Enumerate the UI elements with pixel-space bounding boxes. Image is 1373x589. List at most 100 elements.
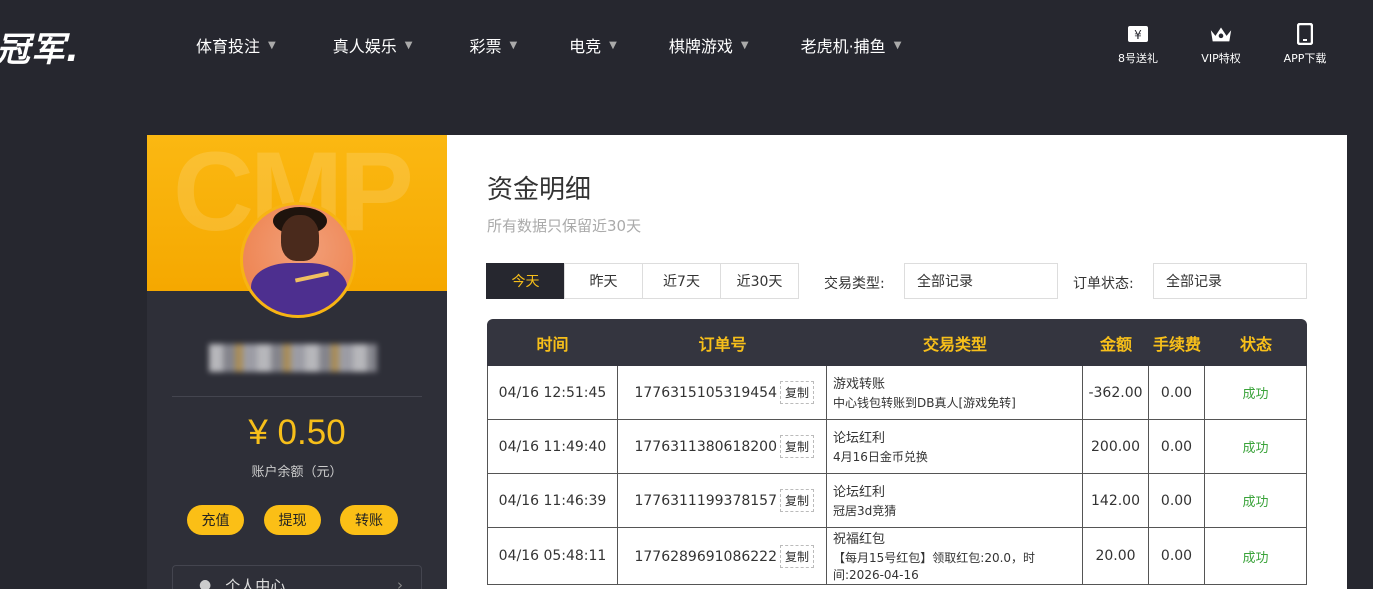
tab-today[interactable]: 今天 xyxy=(486,263,565,299)
date-range-tabs: 今天 昨天 近7天 近30天 xyxy=(486,263,799,299)
menu-label: 个人中心 xyxy=(225,576,286,589)
type-filter-select[interactable]: 全部记录 xyxy=(904,263,1058,299)
table-row: 04/16 11:49:40 1776311380618200 复制 论坛红利 4月… xyxy=(487,420,1307,474)
cell-status: 成功 xyxy=(1205,366,1307,420)
nav-label: 电竞 xyxy=(569,37,602,56)
cell-order: 1776289691086222 复制 xyxy=(618,528,827,585)
nav-lottery[interactable]: 彩票 ▼ xyxy=(469,33,517,57)
withdraw-button[interactable]: 提现 xyxy=(264,505,321,535)
chevron-right-icon: › xyxy=(397,576,403,589)
main-nav: 体育投注 ▼ 真人娱乐 ▼ 彩票 ▼ 电竞 ▼ 棋牌游戏 ▼ 老虎机·捕鱼 ▼ xyxy=(196,33,901,57)
chevron-down-icon: ▼ xyxy=(740,39,749,51)
transfer-button[interactable]: 转账 xyxy=(340,505,398,535)
cell-status: 成功 xyxy=(1205,420,1307,474)
cell-amount: -362.00 xyxy=(1083,366,1149,420)
col-amount: 金额 xyxy=(1083,319,1149,366)
table-row: 04/16 11:46:39 1776311199378157 复制 论坛红利冠居… xyxy=(487,474,1307,528)
cell-amount: 200.00 xyxy=(1083,420,1149,474)
nav-sports[interactable]: 体育投注 ▼ xyxy=(196,33,276,57)
profile-panel: CMP ¥ 0.50 账户余额（元） 充值 提现 转账 ● 个人中心 › xyxy=(147,135,447,589)
menu-personal-center[interactable]: ● 个人中心 › xyxy=(172,565,422,589)
tab-7-days[interactable]: 近7天 xyxy=(642,263,721,299)
order-number: 1776311199378157 xyxy=(634,493,777,509)
type-title: 论坛红利 xyxy=(833,485,886,500)
cell-status: 成功 xyxy=(1205,528,1307,585)
nav-label: 体育投注 xyxy=(196,37,261,56)
chevron-down-icon: ▼ xyxy=(509,39,518,51)
copy-button[interactable]: 复制 xyxy=(779,435,814,458)
status-filter-label: 订单状态: xyxy=(1073,276,1134,292)
nav-label: 真人娱乐 xyxy=(332,37,397,56)
crown-icon xyxy=(1209,22,1233,46)
col-order: 订单号 xyxy=(618,319,827,366)
quick-gift[interactable]: ¥ 8号送礼 xyxy=(1103,22,1173,66)
copy-button[interactable]: 复制 xyxy=(779,544,814,568)
col-status: 状态 xyxy=(1205,319,1307,366)
table-row: 04/16 12:51:45 1776315105319454 复制 游戏转账 中心… xyxy=(487,366,1307,420)
type-filter-label: 交易类型: xyxy=(824,276,885,292)
status-filter-select[interactable]: 全部记录 xyxy=(1153,263,1307,299)
cell-order: 1776311380618200 复制 xyxy=(618,420,827,474)
deposit-button[interactable]: 充值 xyxy=(187,505,244,535)
nav-slots-fishing[interactable]: 老虎机·捕鱼 ▼ xyxy=(801,33,902,57)
quick-label: APP下载 xyxy=(1283,52,1327,65)
quick-label: 8号送礼 xyxy=(1118,52,1158,65)
nav-label: 老虎机·捕鱼 xyxy=(800,37,886,56)
nav-chess-games[interactable]: 棋牌游戏 ▼ xyxy=(669,33,749,57)
col-fee: 手续费 xyxy=(1149,319,1205,366)
cell-fee: 0.00 xyxy=(1149,420,1205,474)
quick-vip[interactable]: VIP特权 xyxy=(1186,22,1256,66)
fund-details-panel: 资金明细 所有数据只保留近30天 今天 昨天 近7天 近30天 交易类型: 全部… xyxy=(447,135,1347,589)
col-type: 交易类型 xyxy=(827,319,1083,366)
tab-30-days[interactable]: 近30天 xyxy=(720,263,799,299)
chevron-down-icon: ▼ xyxy=(893,39,902,51)
order-number: 1776289691086222 xyxy=(634,548,777,565)
transactions-table: 时间 订单号 交易类型 金额 手续费 状态 04/16 12:51:45 177… xyxy=(487,319,1307,585)
order-number: 1776311380618200 xyxy=(634,439,777,455)
gift-ticket-icon: ¥ xyxy=(1126,22,1150,46)
chevron-down-icon: ▼ xyxy=(268,39,276,51)
type-title: 祝福红包 xyxy=(833,532,886,547)
quick-app[interactable]: APP下载 xyxy=(1270,22,1340,66)
nav-live-casino[interactable]: 真人娱乐 ▼ xyxy=(333,33,413,57)
divider xyxy=(172,396,422,397)
type-title: 论坛红利 xyxy=(833,431,886,446)
nav-esports[interactable]: 电竞 ▼ xyxy=(569,33,617,57)
cell-type: 祝福红包【每月15号红包】领取红包:20.0，时间:2026-04-16 xyxy=(827,528,1083,585)
phone-icon xyxy=(1293,22,1317,46)
cell-time: 04/16 11:46:39 xyxy=(487,474,618,528)
tab-yesterday[interactable]: 昨天 xyxy=(564,263,643,299)
cell-fee: 0.00 xyxy=(1149,366,1205,420)
type-desc: 【每月15号红包】领取红包:20.0，时间:2026-04-16 xyxy=(833,551,1036,582)
username-redacted xyxy=(209,344,377,372)
cell-time: 04/16 05:48:11 xyxy=(487,528,618,585)
cell-order: 1776315105319454 复制 xyxy=(618,366,827,420)
cell-fee: 0.00 xyxy=(1149,528,1205,585)
account-balance: ¥ 0.50 xyxy=(248,413,346,452)
copy-button[interactable]: 复制 xyxy=(779,381,814,404)
site-logo[interactable]: 冠军. xyxy=(0,22,80,71)
cell-status: 成功 xyxy=(1205,474,1307,528)
chevron-down-icon: ▼ xyxy=(404,39,413,51)
quick-label: VIP特权 xyxy=(1201,52,1241,65)
cell-time: 04/16 11:49:40 xyxy=(487,420,618,474)
cell-type: 论坛红利冠居3d竞猜 xyxy=(827,474,1083,528)
table-header: 时间 订单号 交易类型 金额 手续费 状态 xyxy=(487,319,1307,366)
copy-button[interactable]: 复制 xyxy=(779,489,814,512)
cell-type: 游戏转账 中心钱包转账到DB真人[游戏免转] xyxy=(827,366,1083,420)
cell-amount: 142.00 xyxy=(1083,474,1149,528)
cell-type: 论坛红利 4月16日金币兑换 xyxy=(827,420,1083,474)
type-desc: 冠居3d竞猜 xyxy=(833,504,897,518)
nav-label: 棋牌游戏 xyxy=(668,37,733,56)
nav-label: 彩票 xyxy=(469,37,502,56)
avatar[interactable] xyxy=(240,202,356,318)
user-icon: ● xyxy=(199,577,212,589)
cell-fee: 0.00 xyxy=(1149,474,1205,528)
cell-time: 04/16 12:51:45 xyxy=(487,366,618,420)
type-desc: 4月16日金币兑换 xyxy=(833,450,928,464)
cell-amount: 20.00 xyxy=(1083,528,1149,585)
type-desc: 中心钱包转账到DB真人[游戏免转] xyxy=(833,396,1016,410)
order-number: 1776315105319454 xyxy=(634,385,777,401)
avatar-image xyxy=(243,205,353,315)
svg-text:¥: ¥ xyxy=(1134,28,1142,42)
